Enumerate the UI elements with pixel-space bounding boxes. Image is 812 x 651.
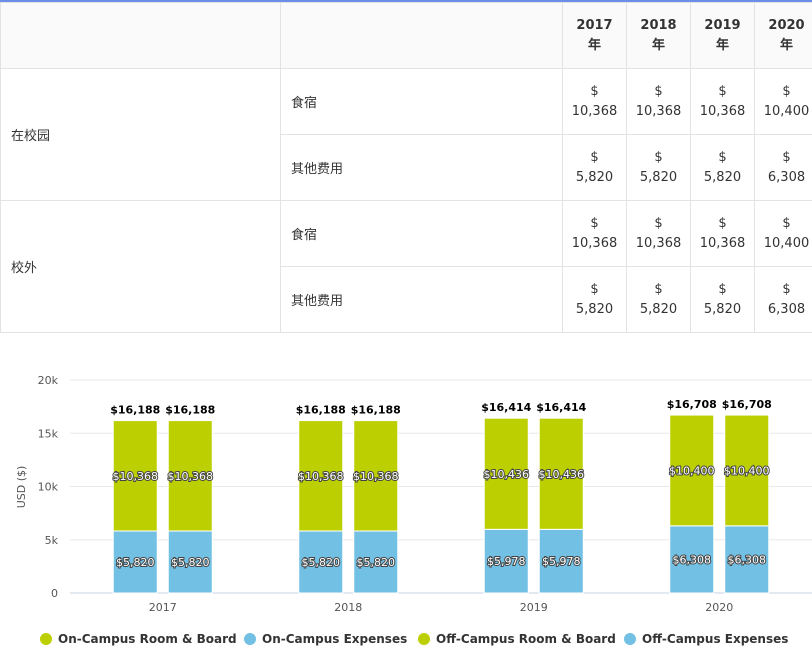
table-cell: $10,368 [562,68,627,135]
legend-item[interactable]: On-Campus Room & Board [40,632,237,646]
x-tick-label: 2017 [149,601,177,614]
legend-dot-icon [40,633,52,645]
bar-segment-label: $5,820 [357,556,396,569]
bar-total-label: $16,188 [110,404,160,417]
bar-segment-label: $10,400 [724,464,770,477]
bar-segment-label: $5,820 [116,556,155,569]
table-cell: $10,368 [690,200,755,267]
legend-dot-icon [624,633,636,645]
bar-total-label: $16,414 [536,401,586,414]
table-cell: $6,308 [754,266,812,333]
table-cell: $5,820 [690,266,755,333]
bar-total-label: $16,708 [722,398,772,411]
y-tick-label: 15k [38,427,59,440]
table-cell: $5,820 [562,134,627,201]
bar-segment-label: $10,368 [298,470,344,483]
header-blank-cell [0,2,281,69]
table-row: 在校园 食宿 $10,368 $10,368 $10,368 $10,400 [0,68,812,201]
bar-segment-label: $5,820 [302,556,341,569]
legend-item[interactable]: Off-Campus Expenses [624,632,788,646]
bar-segment-label: $5,820 [171,556,210,569]
bar-segment-label: $10,368 [168,470,214,483]
legend-item[interactable]: On-Campus Expenses [244,632,407,646]
bar-segment-label: $10,400 [669,464,715,477]
bar-segment-label: $6,308 [728,553,767,566]
cost-table: 2017 年 2018 年 2019 年 2020 年 在校园 食宿 $10,368 $… [0,2,812,333]
bars: $5,820 $10,368 $16,188 $5,820 $10,368 $16,188… [110,398,772,594]
bar-total-label: $16,188 [296,404,346,417]
row-label: 其他费用 [280,134,563,201]
table-cell: $10,368 [690,68,755,135]
group-label-off-campus: 校外 [0,200,281,333]
table-cell: $5,820 [626,134,691,201]
bar-segment-label: $6,308 [673,553,712,566]
legend-label: On-Campus Expenses [262,632,408,646]
y-tick-label: 0 [51,587,58,600]
bar-total-label: $16,188 [351,404,401,417]
table-cell: $10,368 [626,68,691,135]
bar-segment-label: $10,368 [353,470,399,483]
legend-dot-icon [244,633,256,645]
legend-label: Off-Campus Room & Board [436,632,616,646]
table-cell: $6,308 [754,134,812,201]
x-tick-label: 2020 [705,601,733,614]
bar-segment-label: $5,978 [487,555,526,568]
bar-total-label: $16,414 [481,401,531,414]
row-label: 其他费用 [280,266,563,333]
x-axis: 2017 2018 2019 2020 [149,601,734,614]
y-tick-label: 5k [45,534,59,547]
chart-legend[interactable]: On-Campus Room & Board On-Campus Expenses… [0,630,812,650]
legend-label: Off-Campus Expenses [642,632,789,646]
row-label: 食宿 [280,68,563,135]
header-blank-cell [280,2,563,69]
y-tick-label: 20k [38,374,59,387]
stacked-bar-chart: 0 5k 10k 15k 20k USD ($) $5,820 $10,368 $16,18… [15,374,812,614]
table-cell: $5,820 [626,266,691,333]
header-year-2017: 2017 年 [562,2,627,69]
table-cell: $10,400 [754,200,812,267]
group-label-on-campus: 在校园 [0,68,281,201]
x-tick-label: 2018 [334,601,362,614]
bar-segment-label: $5,978 [542,555,581,568]
table-header-row: 2017 年 2018 年 2019 年 2020 年 [0,2,812,69]
bar-segment-label: $10,368 [113,470,159,483]
header-year-2018: 2018 年 [626,2,691,69]
legend-label: On-Campus Room & Board [58,632,237,646]
y-axis: 0 5k 10k 15k 20k [38,374,59,600]
y-axis-label: USD ($) [15,466,28,509]
header-year-2020: 2020 年 [754,2,812,69]
bar-total-label: $16,708 [667,398,717,411]
y-tick-label: 10k [38,481,59,494]
bar-segment-label: $10,436 [539,468,585,481]
bar-segment-label: $10,436 [484,468,530,481]
row-label: 食宿 [280,200,563,267]
legend-dot-icon [418,633,430,645]
header-year-2019: 2019 年 [690,2,755,69]
table-cell: $5,820 [690,134,755,201]
table-cell: $10,400 [754,68,812,135]
table-cell: $10,368 [562,200,627,267]
legend-item[interactable]: Off-Campus Room & Board [418,632,616,646]
bar-total-label: $16,188 [165,404,215,417]
x-tick-label: 2019 [520,601,548,614]
table-cell: $5,820 [562,266,627,333]
table-row: 校外 食宿 $10,368 $10,368 $10,368 $10,400 [0,200,812,333]
table-cell: $10,368 [626,200,691,267]
